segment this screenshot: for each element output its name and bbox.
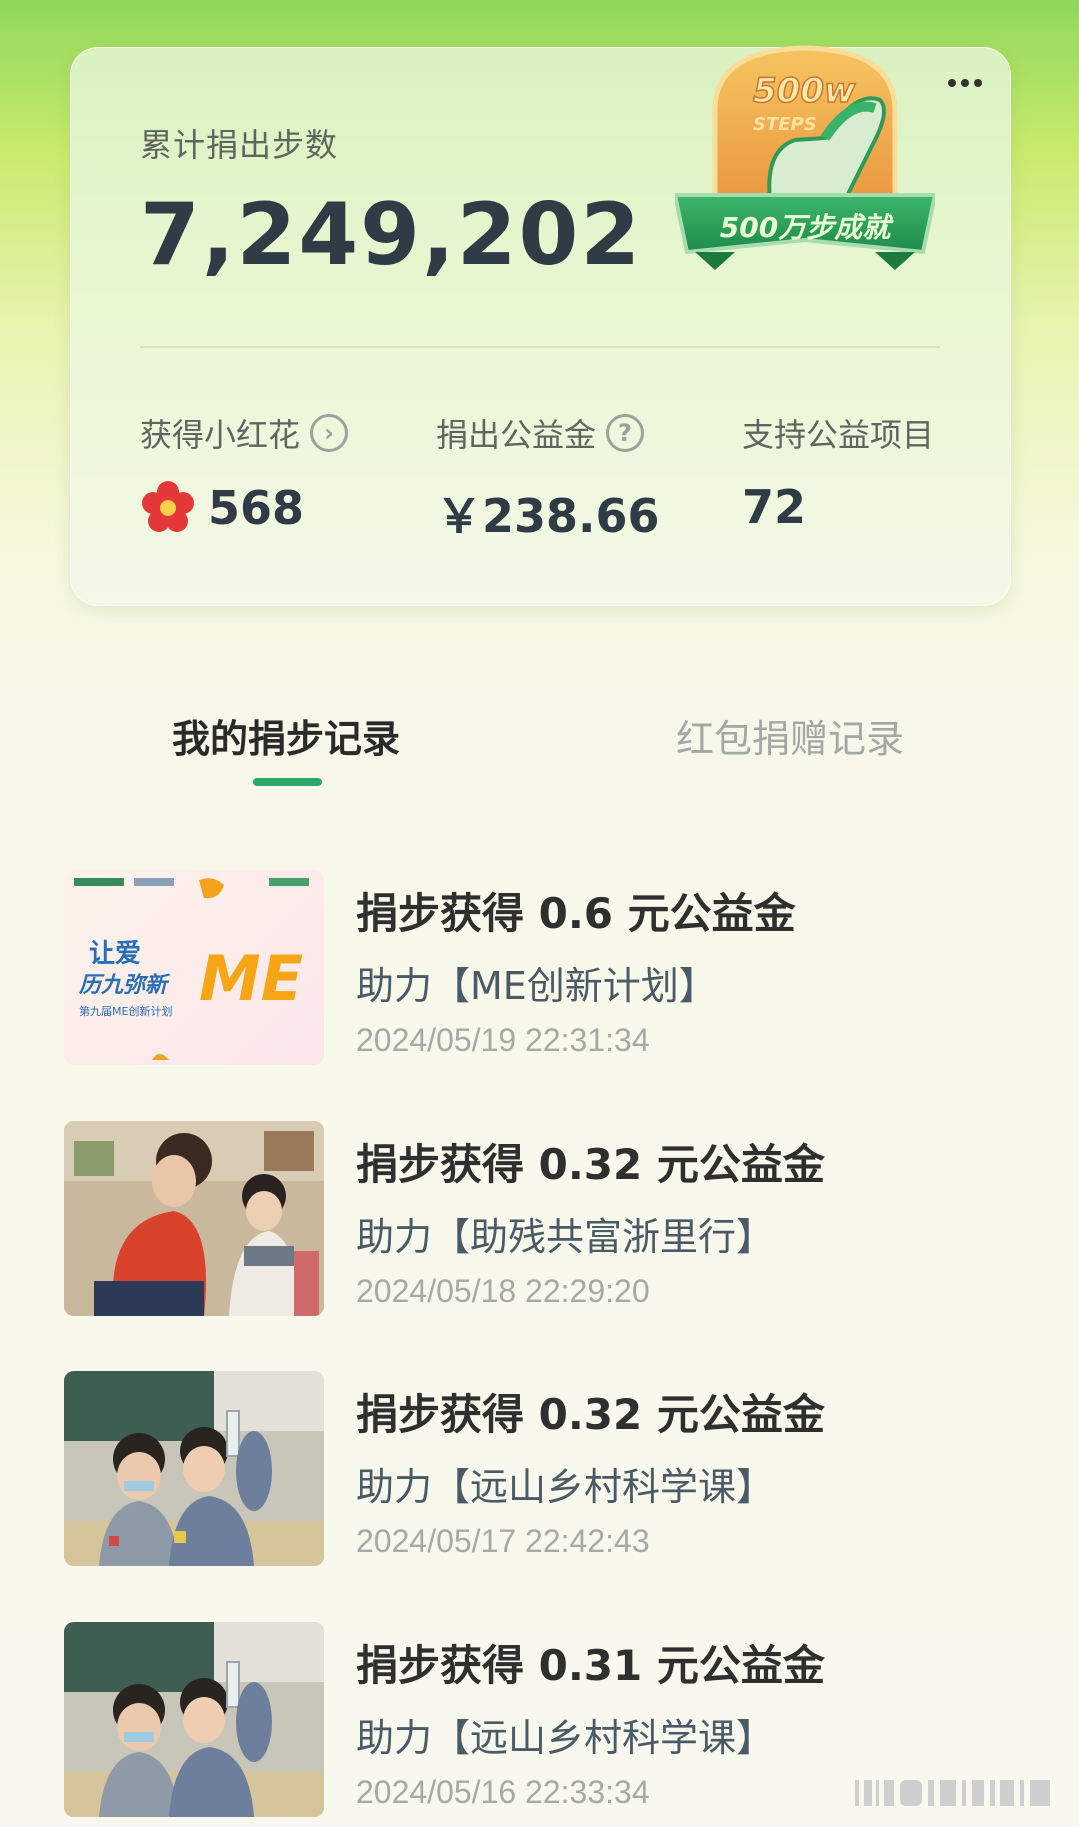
stat-red-flowers[interactable]: 获得小红花 › 568 [140,410,349,536]
dot-icon [948,79,956,87]
thumb-text-3: 第九届ME创新计划 [79,1004,172,1018]
record-title: 捐步获得 0.31 元公益金 [356,1641,825,1690]
watermark-logo [850,1772,1060,1812]
stat-value: ￥238.66 [436,489,660,543]
record-project: 助力【远山乡村科学课】 [356,1465,775,1509]
badge-sub-text: STEPS [753,114,817,135]
record-time: 2024/05/19 22:31:34 [356,1022,650,1058]
record-project: 助力【ME创新计划】 [356,964,717,1008]
record-time: 2024/05/18 22:29:20 [356,1273,650,1309]
thumb-text-2: 历九弥新 [78,972,171,998]
tab-step-records[interactable]: 我的捐步记录 [172,708,400,763]
record-time: 2024/05/16 22:33:34 [356,1774,650,1810]
dot-icon [974,79,982,87]
stat-value: 72 [742,480,807,534]
record-title: 捐步获得 0.6 元公益金 [356,889,796,938]
achievement-badge[interactable]: 500w STEPS 500万步成就 [672,30,938,285]
more-options-button[interactable] [940,70,990,96]
project-thumbnail: 让爱 历九弥新 第九届ME创新计划 ME [64,870,324,1065]
question-circle-icon[interactable]: ? [606,414,645,452]
record-project: 助力【远山乡村科学课】 [356,1716,775,1760]
red-flower-icon [142,481,194,532]
record-tabs: 我的捐步记录 红包捐赠记录 [0,708,1079,798]
shoe-badge-icon: 500w STEPS 500万步成就 [672,45,938,270]
card-divider [140,346,940,348]
stat-label: 捐出公益金 [436,416,597,454]
record-project: 助力【助残共富浙里行】 [356,1215,775,1259]
thumb-text-1: 让爱 [89,939,141,969]
thumb-logo: ME [199,942,303,1015]
list-item[interactable]: 捐步获得 0.32 元公益金 助力【助残共富浙里行】 2024/05/18 22… [64,1121,1024,1321]
active-tab-indicator [253,778,322,786]
tab-red-packet-records[interactable]: 红包捐赠记录 [676,708,904,763]
badge-top-text: 500w [753,71,856,111]
stat-value: 568 [208,481,305,535]
project-thumbnail [64,1622,324,1817]
stat-supported-projects[interactable]: 支持公益项目 72 [742,410,934,534]
chevron-right-circle-icon[interactable]: › [310,414,349,452]
stat-donated-funds[interactable]: 捐出公益金 ? ￥238.66 [436,410,660,546]
total-steps-value: 7,249,202 [140,185,643,285]
record-time: 2024/05/17 22:42:43 [356,1523,650,1559]
project-thumbnail [64,1371,324,1566]
list-item[interactable]: 捐步获得 0.32 元公益金 助力【远山乡村科学课】 2024/05/17 22… [64,1371,1024,1571]
dot-icon [961,79,969,87]
stat-label: 获得小红花 [140,416,301,454]
list-item[interactable]: 让爱 历九弥新 第九届ME创新计划 ME 捐步获得 0.6 元公益金 助力【ME… [64,870,1024,1070]
total-steps-label: 累计捐出步数 [140,126,339,164]
record-title: 捐步获得 0.32 元公益金 [356,1390,825,1439]
stat-label: 支持公益项目 [742,416,935,454]
record-title: 捐步获得 0.32 元公益金 [356,1140,825,1189]
badge-ribbon-text: 500万步成就 [720,211,894,244]
project-thumbnail [64,1121,324,1316]
